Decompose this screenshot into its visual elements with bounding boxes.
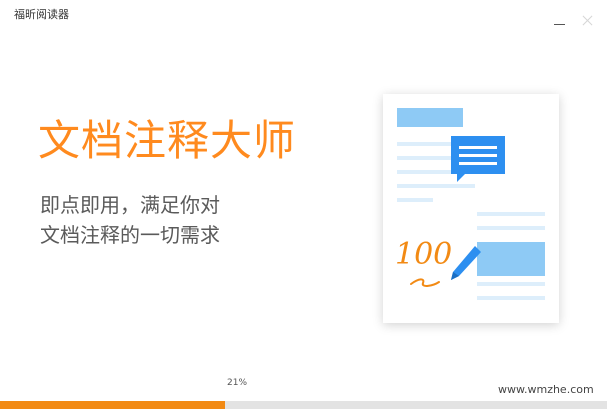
feature-headline: 文档注释大师 — [38, 116, 297, 165]
annotated-document-illustration: 100 — [383, 94, 559, 323]
pen-icon — [451, 246, 481, 280]
title-bar[interactable]: 福昕阅读器 — [0, 0, 607, 30]
description-line-1: 即点即用，满足你对 — [40, 193, 220, 217]
feature-description: 即点即用，满足你对 文档注释的一切需求 — [40, 190, 220, 250]
loading-progress-fill — [0, 401, 225, 409]
loading-progress-bar — [0, 401, 607, 409]
progress-percentage: 21% — [227, 378, 248, 388]
description-line-2: 文档注释的一切需求 — [40, 223, 220, 247]
splash-window: 福昕阅读器 文档注释大师 即点即用，满足你对 文档注释的一切需求 100 21%… — [0, 0, 607, 409]
app-title: 福昕阅读器 — [14, 8, 69, 21]
close-icon[interactable] — [581, 14, 595, 28]
site-watermark: www.wmzhe.com — [498, 383, 594, 396]
comment-bubble-icon — [451, 136, 505, 182]
minimize-icon[interactable] — [553, 14, 567, 28]
